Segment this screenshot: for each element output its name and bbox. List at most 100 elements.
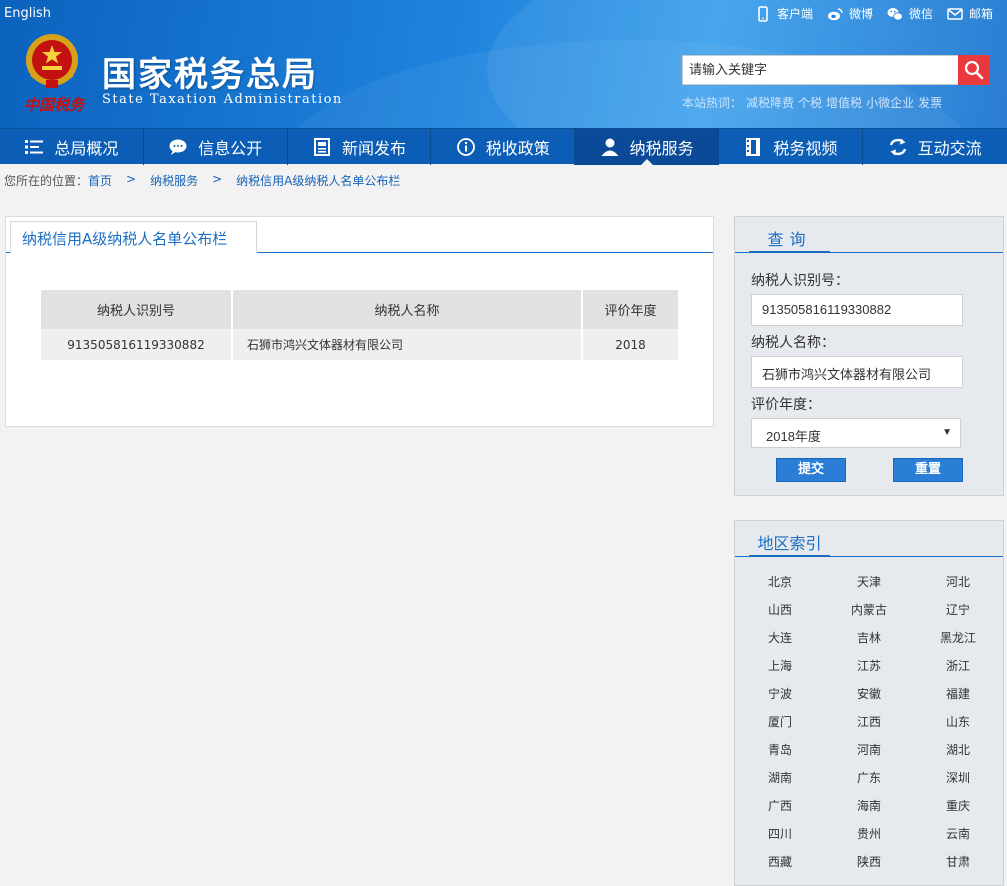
- wechat-link-label: 微信: [908, 7, 933, 21]
- region-link[interactable]: 山西: [735, 601, 825, 629]
- region-link[interactable]: 上海: [735, 657, 825, 685]
- tab-bar: 纳税信用A级纳税人名单公布栏: [6, 217, 713, 254]
- region-link[interactable]: 大连: [735, 629, 825, 657]
- weibo-icon: [827, 7, 843, 20]
- taxpayer-id-label: 纳税人识别号：: [751, 273, 849, 289]
- region-link[interactable]: 北京: [735, 573, 825, 601]
- region-link[interactable]: 宁波: [735, 685, 825, 713]
- region-link[interactable]: 青岛: [735, 741, 825, 769]
- client-link[interactable]: 客户端: [755, 5, 813, 22]
- hot-word-link[interactable]: 减税降费: [746, 94, 794, 111]
- nav-item-interaction[interactable]: 互动交流: [863, 129, 1007, 165]
- nav-item-policy[interactable]: 税收政策: [431, 129, 576, 165]
- region-link[interactable]: 海南: [825, 797, 913, 825]
- site-header: English 客户端 微博 微信 邮箱 中国税务 国家税务总局 State T…: [0, 0, 1007, 128]
- region-link[interactable]: 江西: [825, 713, 913, 741]
- region-link[interactable]: 四川: [735, 825, 825, 853]
- search-input[interactable]: 请输入关键字: [682, 55, 959, 85]
- year-select[interactable]: 2018年度 ▼: [751, 418, 961, 448]
- region-link[interactable]: 河南: [825, 741, 913, 769]
- region-link[interactable]: 黑龙江: [913, 629, 1003, 657]
- hot-word-link[interactable]: 发票: [918, 94, 942, 111]
- column-header-taxpayer-id: 纳税人识别号: [41, 290, 233, 329]
- region-link[interactable]: 陕西: [825, 853, 913, 881]
- year-select-value: 2018年度: [766, 429, 821, 444]
- region-link[interactable]: 西藏: [735, 853, 825, 881]
- breadcrumb-current[interactable]: 纳税信用A级纳税人名单公布栏: [236, 172, 400, 189]
- nav-item-overview[interactable]: 总局概况: [0, 129, 144, 165]
- submit-button[interactable]: 提交: [776, 458, 846, 482]
- region-link[interactable]: 湖北: [913, 741, 1003, 769]
- region-link[interactable]: 甘肃: [913, 853, 1003, 881]
- table-header-row: 纳税人识别号 纳税人名称 评价年度: [41, 290, 678, 329]
- weibo-link-label: 微博: [848, 7, 873, 21]
- taxpayer-id-input[interactable]: 913505816119330882: [751, 294, 963, 326]
- hot-word-link[interactable]: 增值税: [826, 94, 862, 111]
- region-panel-header: 地区索引: [735, 521, 1003, 557]
- wechat-link[interactable]: 微信: [887, 5, 933, 22]
- tax-emblem-logo[interactable]: [20, 30, 84, 94]
- breadcrumb-home[interactable]: 首页: [88, 172, 112, 189]
- reset-button[interactable]: 重置: [893, 458, 963, 482]
- region-link[interactable]: 内蒙古: [825, 601, 913, 629]
- nav-item-service[interactable]: 纳税服务: [575, 129, 719, 165]
- region-link[interactable]: 吉林: [825, 629, 913, 657]
- query-panel-title: 查询: [749, 223, 830, 253]
- mail-link-label: 邮箱: [968, 7, 993, 21]
- cell-year: 2018: [582, 329, 678, 360]
- wechat-icon: [887, 7, 903, 21]
- mail-link[interactable]: 邮箱: [947, 5, 993, 22]
- region-link[interactable]: 浙江: [913, 657, 1003, 685]
- menu-list-icon: [25, 140, 44, 154]
- cell-taxpayer-id: 913505816119330882: [41, 329, 233, 360]
- region-link[interactable]: 安徽: [825, 685, 913, 713]
- breadcrumb-prefix: 您所在的位置：: [4, 174, 89, 188]
- nav-item-label: 税务视频: [773, 139, 838, 158]
- taxpayer-name-input[interactable]: 石狮市鸿兴文体器材有限公司: [751, 356, 963, 388]
- region-link[interactable]: 广西: [735, 797, 825, 825]
- hot-words: 本站热词： 减税降费 个税 增值税 小微企业 发票: [682, 94, 942, 111]
- table-row: 913505816119330882 石狮市鸿兴文体器材有限公司 2018: [41, 329, 678, 360]
- nav-item-video[interactable]: 税务视频: [719, 129, 863, 165]
- site-title-en: State Taxation Administration: [102, 92, 343, 107]
- cell-taxpayer-name: 石狮市鸿兴文体器材有限公司: [232, 329, 583, 360]
- region-link[interactable]: 广东: [825, 769, 913, 797]
- column-header-taxpayer-name: 纳税人名称: [232, 290, 583, 329]
- search-button[interactable]: [958, 55, 989, 85]
- weibo-link[interactable]: 微博: [827, 5, 873, 22]
- credit-list-panel: 纳税信用A级纳税人名单公布栏 纳税人识别号 纳税人名称 评价年度 9135058…: [5, 216, 714, 427]
- english-link[interactable]: English: [4, 6, 51, 21]
- info-circle-icon: [456, 138, 475, 156]
- region-panel-title: 地区索引: [749, 527, 830, 557]
- hot-word-link[interactable]: 小微企业: [866, 94, 914, 111]
- dropdown-arrow-icon: ▼: [942, 427, 952, 438]
- region-link[interactable]: 重庆: [913, 797, 1003, 825]
- region-link[interactable]: 山东: [913, 713, 1003, 741]
- nav-item-news[interactable]: 新闻发布: [288, 129, 432, 165]
- breadcrumb-service[interactable]: 纳税服务: [150, 172, 198, 189]
- main-nav: 总局概况 信息公开 新闻发布 税收政策 纳税服务 税务视频 互动交流: [0, 128, 1007, 165]
- region-link[interactable]: 辽宁: [913, 601, 1003, 629]
- nav-item-label: 互动交流: [917, 139, 982, 158]
- results-table: 纳税人识别号 纳税人名称 评价年度 913505816119330882 石狮市…: [41, 290, 678, 360]
- hot-word-link[interactable]: 个税: [798, 94, 822, 111]
- region-link[interactable]: 河北: [913, 573, 1003, 601]
- region-link[interactable]: 厦门: [735, 713, 825, 741]
- nav-item-info[interactable]: 信息公开: [144, 129, 288, 165]
- region-link[interactable]: 江苏: [825, 657, 913, 685]
- nav-item-label: 税收政策: [485, 139, 550, 158]
- search-icon: [964, 60, 983, 80]
- region-link[interactable]: 贵州: [825, 825, 913, 853]
- region-list: 北京 天津 河北山西 内蒙古 辽宁大连 吉林 黑龙江上海 江苏 浙江宁波 安徽 福建厦门 江西 山东青岛…: [735, 573, 1003, 881]
- year-label: 评价年度：: [751, 397, 821, 413]
- region-link[interactable]: 云南: [913, 825, 1003, 853]
- breadcrumb-separator: >: [126, 172, 137, 186]
- film-icon: [746, 138, 761, 156]
- query-panel-header: 查询: [735, 217, 1003, 253]
- region-link[interactable]: 湖南: [735, 769, 825, 797]
- tab-credit-list[interactable]: 纳税信用A级纳税人名单公布栏: [10, 221, 257, 254]
- region-link[interactable]: 深圳: [913, 769, 1003, 797]
- region-link[interactable]: 福建: [913, 685, 1003, 713]
- breadcrumb-separator: >: [212, 172, 223, 186]
- region-link[interactable]: 天津: [825, 573, 913, 601]
